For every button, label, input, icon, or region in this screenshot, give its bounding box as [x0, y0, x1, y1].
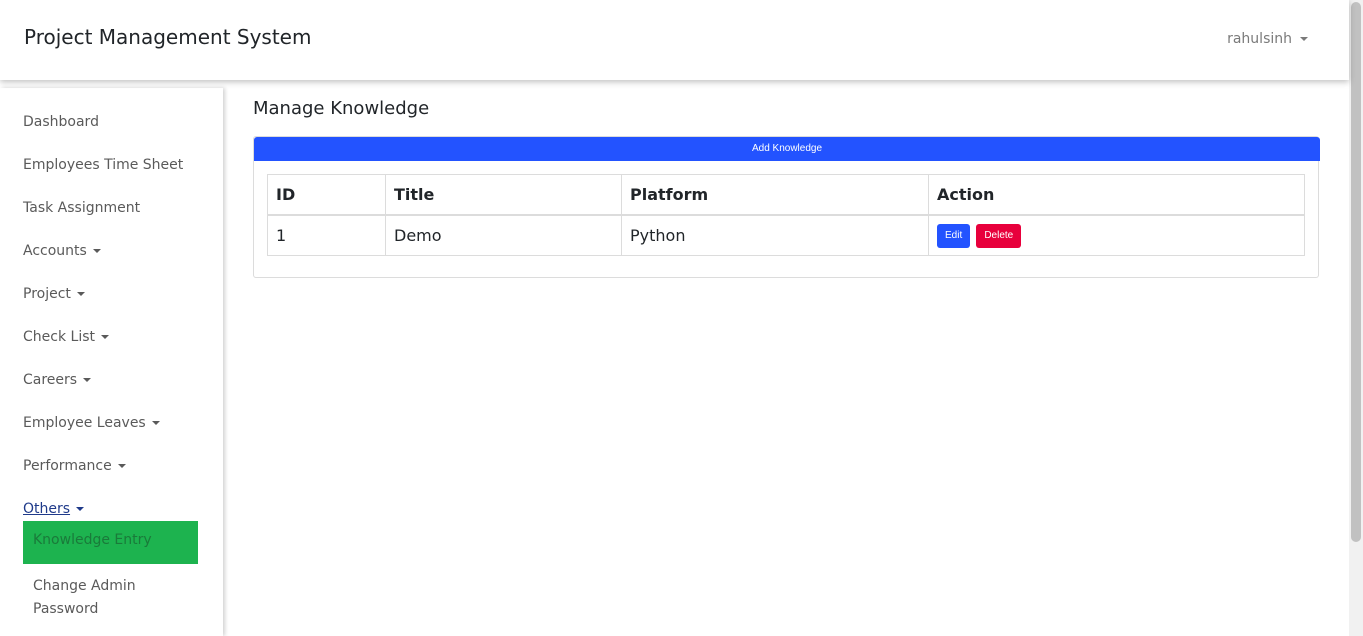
top-navbar: Project Management System rahulsinh	[0, 0, 1349, 80]
sidebar-item-check-list[interactable]: Check List	[23, 329, 109, 345]
submenu-item-change-admin-password[interactable]: Change Admin Password	[33, 575, 193, 621]
main-content: Manage Knowledge Add Knowledge ID Title …	[253, 98, 1320, 278]
sidebar-item-label: Check List	[23, 329, 95, 345]
delete-button[interactable]: Delete	[976, 223, 1022, 248]
column-header-action: Action	[928, 174, 1305, 216]
sidebar-item-label: Employee Leaves	[23, 415, 146, 431]
column-header-platform: Platform	[621, 174, 929, 216]
knowledge-card: Add Knowledge ID Title Platform Action 1…	[253, 136, 1320, 278]
app-title[interactable]: Project Management System	[24, 25, 311, 49]
sidebar: Dashboard Employees Time Sheet Task Assi…	[0, 88, 223, 636]
sidebar-item-employees-time-sheet[interactable]: Employees Time Sheet	[23, 157, 183, 173]
user-name: rahulsinh	[1227, 31, 1292, 47]
column-header-id: ID	[267, 174, 386, 216]
sidebar-item-label: Others	[23, 501, 71, 517]
cell-platform: Python	[621, 214, 929, 256]
sidebar-item-others[interactable]: Others	[23, 501, 85, 517]
sidebar-item-label: Task Assignment	[23, 200, 141, 216]
sidebar-item-label: Careers	[23, 372, 78, 388]
sidebar-item-project[interactable]: Project	[23, 286, 85, 302]
table-header-row: ID Title Platform Action	[267, 174, 1305, 216]
knowledge-table: ID Title Platform Action 1 Demo Python E…	[267, 174, 1305, 256]
sidebar-item-dashboard[interactable]: Dashboard	[23, 114, 99, 130]
page-title: Manage Knowledge	[253, 98, 430, 119]
sidebar-item-accounts[interactable]: Accounts	[23, 243, 101, 259]
sidebar-item-employee-leaves[interactable]: Employee Leaves	[23, 415, 160, 431]
chevron-down-icon	[151, 421, 160, 425]
chevron-down-icon	[83, 378, 92, 382]
chevron-down-icon	[76, 507, 85, 511]
table-row: 1 Demo Python Edit Delete	[267, 214, 1305, 256]
scrollbar-thumb[interactable]	[1351, 2, 1361, 542]
cell-id: 1	[267, 214, 386, 256]
chevron-down-icon	[1300, 37, 1308, 41]
cell-action: Edit Delete	[928, 214, 1305, 256]
sidebar-item-task-assignment[interactable]: Task Assignment	[23, 200, 140, 216]
sidebar-item-label: Employees Time Sheet	[23, 157, 184, 173]
chevron-down-icon	[101, 335, 109, 339]
column-header-title: Title	[385, 174, 622, 216]
page-scrollbar[interactable]	[1349, 0, 1363, 636]
sidebar-item-performance[interactable]: Performance	[23, 458, 126, 474]
sidebar-item-label: Performance	[23, 458, 112, 474]
sidebar-item-careers[interactable]: Careers	[23, 372, 92, 388]
chevron-down-icon	[76, 292, 85, 296]
edit-button[interactable]: Edit	[937, 223, 971, 248]
chevron-down-icon	[117, 464, 126, 468]
sidebar-item-label: Dashboard	[23, 114, 99, 130]
sidebar-item-label: Accounts	[23, 243, 87, 259]
sidebar-item-label: Project	[23, 286, 71, 302]
submenu-item-knowledge-entry[interactable]: Knowledge Entry	[23, 521, 198, 564]
add-knowledge-button[interactable]: Add Knowledge	[254, 137, 1320, 161]
chevron-down-icon	[92, 249, 101, 253]
cell-title: Demo	[385, 214, 622, 256]
user-menu[interactable]: rahulsinh	[1227, 31, 1308, 47]
